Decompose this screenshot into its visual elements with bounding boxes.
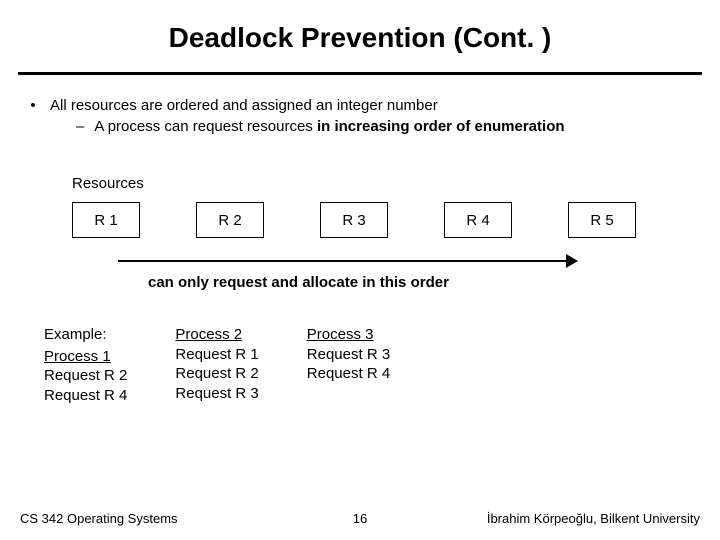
process-1-name: Process 1 bbox=[44, 347, 127, 367]
examples-row: Example: Process 1 Request R 2 Request R… bbox=[44, 325, 720, 405]
process-1-req-1: Request R 2 bbox=[44, 366, 127, 386]
process-2-req-1: Request R 1 bbox=[175, 345, 258, 365]
arrow-head-icon bbox=[566, 254, 578, 268]
resource-box-r1: R 1 bbox=[72, 202, 140, 238]
bullet-2-strong: in increasing order of enumeration bbox=[317, 118, 565, 135]
resource-box-r2: R 2 bbox=[196, 202, 264, 238]
process-2-name: Process 2 bbox=[175, 325, 258, 345]
bullet-2-text: A process can request resources in incre… bbox=[94, 118, 564, 135]
example-label: Example: bbox=[44, 325, 127, 345]
process-2-req-2: Request R 2 bbox=[175, 364, 258, 384]
resource-boxes-row: R 1 R 2 R 3 R 4 R 5 bbox=[72, 202, 720, 238]
resource-box-r4: R 4 bbox=[444, 202, 512, 238]
process-2-req-3: Request R 3 bbox=[175, 384, 258, 404]
slide-footer: CS 342 Operating Systems 16 İbrahim Körp… bbox=[0, 511, 720, 526]
bullet-dash-icon: – bbox=[76, 118, 84, 135]
bullet-level-1: • All resources are ordered and assigned… bbox=[30, 97, 720, 114]
process-3-req-1: Request R 3 bbox=[307, 345, 390, 365]
process-3-req-2: Request R 4 bbox=[307, 364, 390, 384]
arrow-icon bbox=[118, 254, 578, 268]
arrow-caption: can only request and allocate in this or… bbox=[148, 274, 578, 291]
arrow-line bbox=[118, 260, 568, 262]
process-1-req-2: Request R 4 bbox=[44, 386, 127, 406]
bullet-list: • All resources are ordered and assigned… bbox=[30, 97, 720, 135]
example-col-2: Process 2 Request R 1 Request R 2 Reques… bbox=[175, 325, 258, 405]
resource-box-r5: R 5 bbox=[568, 202, 636, 238]
example-col-3: Process 3 Request R 3 Request R 4 bbox=[307, 325, 390, 405]
slide-title: Deadlock Prevention (Cont. ) bbox=[0, 0, 720, 54]
bullet-1-text: All resources are ordered and assigned a… bbox=[50, 97, 438, 114]
resource-box-r3: R 3 bbox=[320, 202, 388, 238]
bullet-2-prefix: A process can request resources bbox=[94, 118, 317, 135]
example-col-1: Example: Process 1 Request R 2 Request R… bbox=[44, 325, 127, 405]
bullet-level-2: – A process can request resources in inc… bbox=[76, 118, 720, 135]
ordering-arrow-group: can only request and allocate in this or… bbox=[118, 254, 578, 291]
slide: Deadlock Prevention (Cont. ) • All resou… bbox=[0, 0, 720, 540]
bullet-dot-icon: • bbox=[30, 97, 36, 114]
title-divider bbox=[18, 72, 702, 75]
footer-page-number: 16 bbox=[0, 511, 720, 526]
resources-heading: Resources bbox=[72, 175, 720, 192]
process-3-name: Process 3 bbox=[307, 325, 390, 345]
